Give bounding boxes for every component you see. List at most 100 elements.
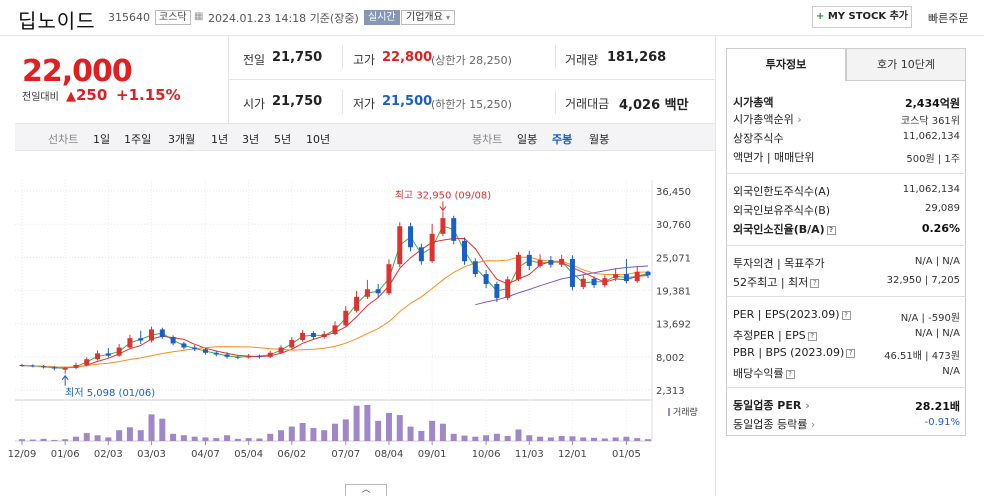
info-label-text: 시가총액 <box>733 96 774 109</box>
info-value: 11,062,134 <box>902 184 960 195</box>
min-annotation: 최저 5,098 (01/06) <box>65 387 155 399</box>
x-tick-label: 07/07 <box>331 449 360 460</box>
volume-bar <box>62 439 69 441</box>
chevron-right-icon[interactable]: › <box>794 113 801 126</box>
candle-body <box>494 283 500 298</box>
volume-bar <box>591 437 598 441</box>
volume-bar <box>288 426 295 441</box>
y-tick-label: 19,381 <box>656 287 691 298</box>
help-icon[interactable]: ? <box>826 226 836 235</box>
help-icon[interactable]: ? <box>841 311 851 320</box>
info-label: 52주최고 | 최저? <box>733 274 820 290</box>
volume-legend-text: 거래량 <box>673 406 698 418</box>
info-label: 투자의견 | 목표주가 <box>733 255 825 271</box>
info-value: 29,089 <box>925 203 960 214</box>
panel-divider <box>715 36 716 496</box>
candle-body <box>310 332 316 338</box>
info-label-text: 동일업종 등락률 <box>733 418 808 431</box>
info-label-text: PER | EPS(2023.09) <box>733 308 840 321</box>
volume-bar <box>234 438 241 441</box>
plus-icon: + <box>815 11 825 22</box>
info-value: N/A | -590원 <box>900 313 960 324</box>
help-icon[interactable]: ? <box>807 332 817 341</box>
y-tick-label: 2,313 <box>656 386 685 397</box>
y-tick-label: 30,760 <box>656 220 691 231</box>
add-mystock-button[interactable]: + MY STOCK 추가 <box>812 6 912 28</box>
info-label: 상장주식수 <box>733 130 784 146</box>
info-label: PBR | BPS (2023.09)? <box>733 346 856 359</box>
info-label: 배당수익률? <box>733 365 795 381</box>
tab-orderbook-10[interactable]: 호가 10단계 <box>846 48 966 81</box>
help-icon[interactable]: ? <box>846 349 856 358</box>
price-chart[interactable]: 36,450 30,760 25,071 19,381 13,692 8,002 2,313… <box>0 0 715 496</box>
info-label: 외국인한도주식수(A) <box>733 183 830 199</box>
candle-body <box>451 218 457 241</box>
candle-body <box>267 352 273 357</box>
candle-body <box>256 355 262 357</box>
candle-body <box>246 355 252 358</box>
volume-bar <box>299 423 306 441</box>
candle-body <box>591 278 597 286</box>
collapse-chart-button[interactable]: ︿ <box>345 484 387 496</box>
info-value: 28.21배 <box>915 400 960 413</box>
candle-body <box>548 260 554 265</box>
quick-order-button[interactable]: 빠른주문 <box>928 10 968 26</box>
volume-bar <box>256 438 263 441</box>
volume-bar <box>450 433 457 441</box>
volume-bar <box>224 435 231 441</box>
chevron-right-icon[interactable]: › <box>801 399 810 412</box>
candle-body <box>462 240 468 262</box>
info-label-text: 액면가 | 매매단위 <box>733 151 815 164</box>
chevron-right-icon[interactable]: › <box>807 418 815 431</box>
volume-bar <box>429 420 436 441</box>
candle-body <box>170 337 176 344</box>
info-label-text: PBR | BPS (2023.09) <box>733 346 845 359</box>
volume-bar <box>623 436 630 441</box>
candle-body <box>321 334 327 338</box>
info-value: 0.26% <box>921 222 960 235</box>
volume-bar <box>418 430 425 441</box>
volume-bar <box>94 435 101 441</box>
volume-bar <box>439 423 446 441</box>
candle-body <box>105 353 111 356</box>
volume-bar <box>213 438 220 441</box>
candle-body <box>62 367 68 370</box>
volume-bar <box>634 438 641 441</box>
info-label-text: 추정PER | EPS <box>733 329 806 342</box>
candle-body <box>41 366 47 368</box>
info-label: PER | EPS(2023.09)? <box>733 308 851 321</box>
x-tick-label: 05/04 <box>234 449 263 460</box>
candle-body <box>332 325 338 335</box>
x-tick-label: 08/04 <box>375 449 404 460</box>
volume-legend-swatch <box>668 408 670 416</box>
candle-body <box>138 338 144 341</box>
info-label: 동일업종 PER › <box>733 397 810 413</box>
volume-bar <box>72 436 79 441</box>
candle-body <box>559 258 565 265</box>
volume-bar <box>569 436 576 441</box>
info-label: 외국인소진율(B/A)? <box>733 221 836 237</box>
candle-body <box>364 289 370 297</box>
info-label: 외국인보유주식수(B) <box>733 202 830 218</box>
x-tick-label: 02/03 <box>94 449 123 460</box>
volume-bar <box>580 437 587 441</box>
help-icon[interactable]: ? <box>810 279 820 288</box>
info-value: N/A <box>942 366 960 377</box>
candle-body <box>127 338 133 348</box>
volume-bar <box>461 435 468 441</box>
volume-bar <box>105 437 112 441</box>
volume-bar <box>483 435 490 441</box>
candle-body <box>375 289 381 294</box>
help-icon[interactable]: ? <box>785 370 795 379</box>
candle-body <box>354 296 360 311</box>
tab-investment-info[interactable]: 투자정보 <box>726 48 846 81</box>
x-tick-label: 03/03 <box>137 449 166 460</box>
info-label: 시가총액 <box>733 94 773 110</box>
volume-bar <box>472 436 479 441</box>
candle-body <box>95 353 101 360</box>
volume-bar <box>159 418 166 441</box>
x-tick-label: 01/05 <box>612 449 641 460</box>
candle-body <box>235 356 241 358</box>
mystock-label: MY STOCK 추가 <box>827 11 909 22</box>
candle-body <box>505 279 511 298</box>
